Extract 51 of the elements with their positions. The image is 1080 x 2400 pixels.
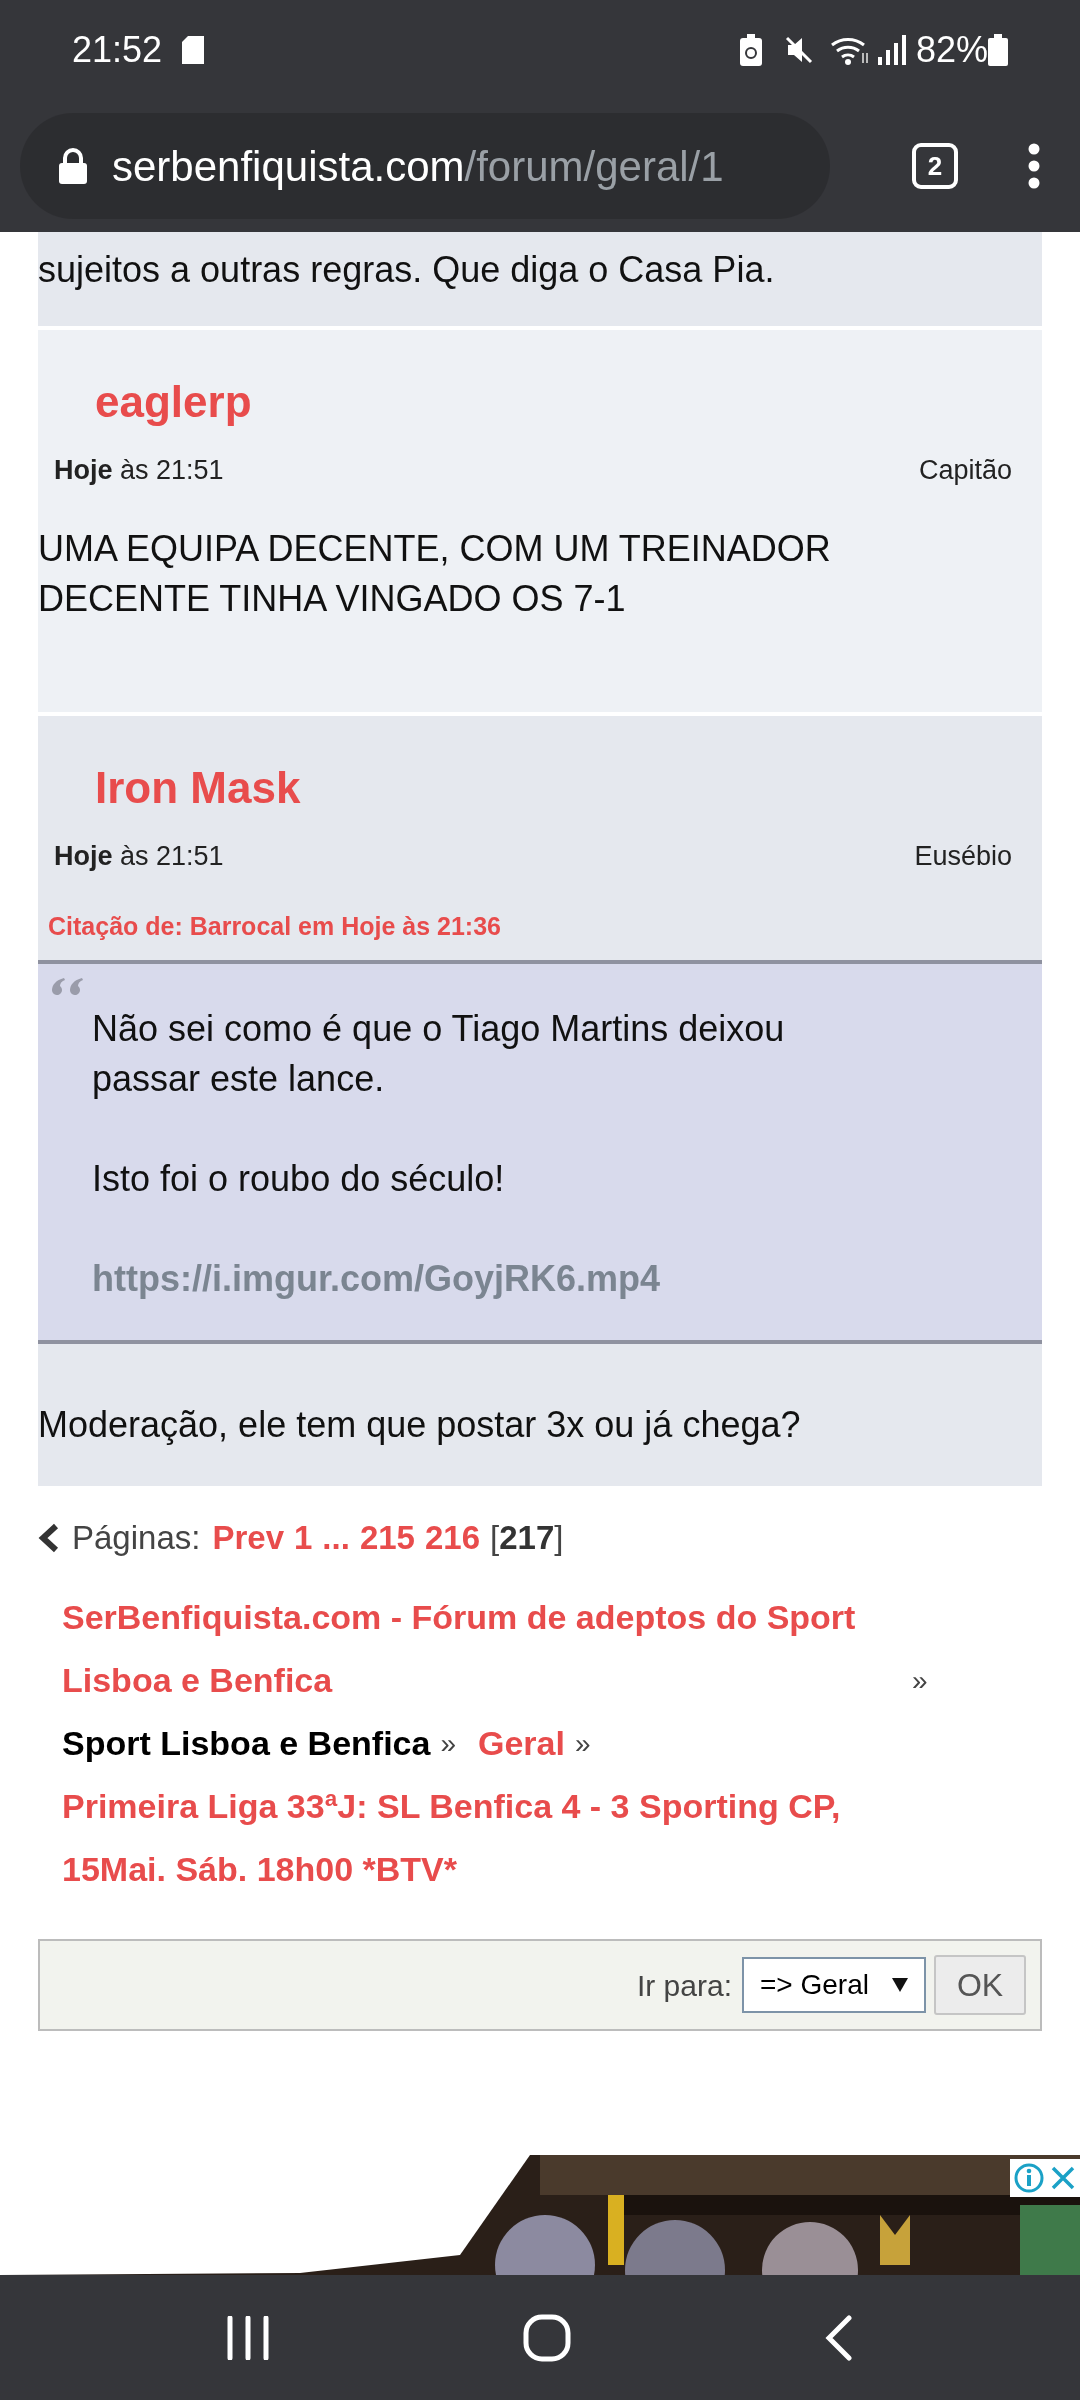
recent-apps-icon[interactable] bbox=[227, 2315, 269, 2360]
page-link[interactable]: Prev bbox=[212, 1513, 284, 1563]
lock-icon bbox=[58, 148, 88, 184]
status-time: 21:52 bbox=[72, 28, 163, 72]
breadcrumb-separator: » bbox=[440, 1727, 456, 1761]
wifi-icon bbox=[829, 35, 870, 65]
quote-text: Isto foi o roubo do século! bbox=[92, 1157, 506, 1201]
pages-label: Páginas: bbox=[72, 1518, 201, 1559]
post-date: Hoje às 21:51 bbox=[54, 839, 224, 873]
ok-button[interactable]: OK bbox=[934, 1955, 1026, 2015]
quote-header: Citação de: Barrocal em Hoje às 21:36 bbox=[47, 911, 502, 942]
author-name[interactable]: Iron Mask bbox=[38, 716, 1042, 816]
user-rank: Eusébio bbox=[914, 839, 1012, 873]
page-link[interactable]: 216 bbox=[424, 1513, 480, 1563]
post-text: Moderação, ele tem que postar 3x ou já chega? bbox=[38, 1403, 802, 1447]
current-page: [217] bbox=[490, 1518, 564, 1559]
breadcrumb-separator: » bbox=[912, 1664, 928, 1698]
breadcrumb-link[interactable]: Geral bbox=[478, 1712, 565, 1775]
page-link[interactable]: 1 bbox=[294, 1513, 313, 1563]
battery-saver-icon bbox=[739, 34, 762, 66]
signal-icon bbox=[877, 35, 906, 65]
post-date: Hoje às 21:51 bbox=[54, 453, 224, 487]
mute-icon bbox=[783, 35, 814, 65]
breadcrumb-link[interactable]: Primeira Liga 33ªJ: SL Benfica 4 - 3 Sporting CP, 15Mai. Sáb. 18h00 *BTV* bbox=[62, 1775, 942, 1901]
battery-percent: 82% bbox=[915, 28, 988, 72]
page-link[interactable]: 215 bbox=[359, 1513, 415, 1563]
info-icon[interactable] bbox=[1014, 2163, 1044, 2193]
page-ellipsis: ... bbox=[322, 1518, 350, 1559]
video-link[interactable]: https://i.imgur.com/GoyjRK6.mp4 bbox=[92, 1254, 1022, 1304]
post-text: UMA EQUIPA DECENTE, COM UM TREINADOR DECENTE TINHA VINGADO OS 7-1 bbox=[38, 527, 832, 621]
quote-mark-icon bbox=[50, 976, 84, 998]
close-icon[interactable] bbox=[1050, 2165, 1076, 2191]
author-name[interactable]: eaglerp bbox=[38, 330, 1042, 430]
address-bar[interactable]: serbenfiquista.com/forum/geral/1 bbox=[20, 113, 830, 219]
forum-select[interactable]: => Geral bbox=[742, 1957, 926, 2013]
user-rank: Capitão bbox=[918, 453, 1012, 487]
back-icon[interactable] bbox=[825, 2314, 853, 2361]
jump-label: Ir para: bbox=[636, 1967, 732, 2004]
battery-icon bbox=[988, 34, 1008, 66]
dropdown-caret-icon bbox=[892, 1978, 908, 1992]
quote-text: Não sei como é que o Tiago Martins deixou passar este lance. bbox=[92, 1007, 786, 1101]
breadcrumb-separator: » bbox=[574, 1727, 591, 1761]
post-text: sujeitos a outras regras. Que diga o Casa Pia. bbox=[38, 248, 776, 292]
sd-card-icon bbox=[182, 36, 205, 64]
chevron-left-icon[interactable] bbox=[38, 1523, 60, 1553]
menu-icon[interactable] bbox=[1028, 143, 1040, 189]
breadcrumb-link[interactable]: SerBenfiquista.com - Fórum de adeptos do Sport Lisboa e Benfica bbox=[62, 1586, 902, 1712]
breadcrumb-text: Sport Lisboa e Benfica bbox=[62, 1723, 431, 1764]
tab-count-button[interactable]: 2 bbox=[912, 143, 958, 189]
home-icon[interactable] bbox=[523, 2313, 571, 2362]
url-text: serbenfiquista.com/forum/geral/1 bbox=[112, 141, 724, 192]
